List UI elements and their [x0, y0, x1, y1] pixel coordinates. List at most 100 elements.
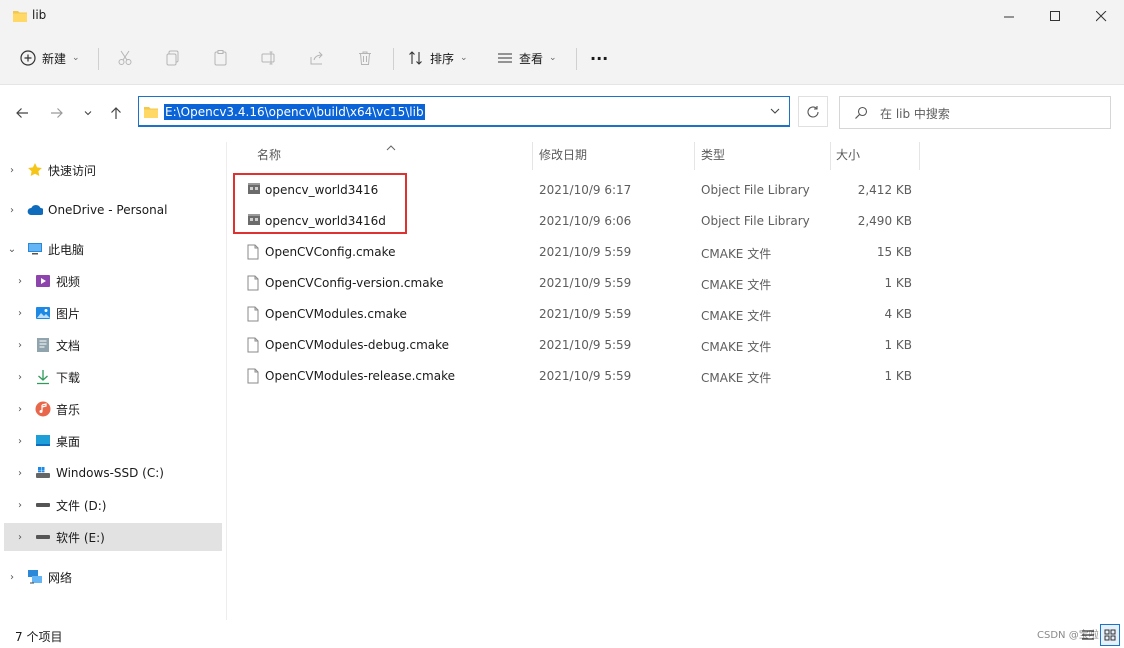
chevron-down-icon: ⌄ — [72, 53, 80, 63]
sidebar-item-pictures[interactable]: › 图片 — [12, 299, 222, 327]
sidebar-item-onedrive[interactable]: › OneDrive - Personal — [4, 196, 222, 224]
desktop-icon — [35, 433, 51, 449]
file-row[interactable]: OpenCVConfig-version.cmake 2021/10/9 5:5… — [240, 268, 920, 298]
column-header-size[interactable]: 大小 — [836, 146, 860, 170]
column-header-date[interactable]: 修改日期 — [539, 146, 587, 170]
file-row[interactable]: OpenCVModules.cmake 2021/10/9 5:59 CMAKE… — [240, 299, 920, 329]
sidebar-item-network[interactable]: › 网络 — [4, 563, 222, 591]
chevron-right-icon[interactable]: › — [12, 468, 28, 479]
cloud-icon — [27, 202, 43, 218]
file-name: OpenCVModules-debug.cmake — [265, 338, 450, 352]
column-header-name[interactable]: 名称 — [257, 146, 281, 170]
chevron-right-icon[interactable]: › — [12, 372, 28, 383]
sidebar-item-label: 文档 — [56, 338, 81, 353]
address-path[interactable]: E:\Opencv3.4.16\opencv\build\x64\vc15\li… — [164, 104, 425, 120]
copy-button[interactable] — [165, 42, 181, 74]
close-button[interactable] — [1078, 0, 1124, 32]
sort-ascending-icon — [385, 141, 397, 155]
file-size: 4 KB — [884, 307, 912, 321]
sidebar-item-documents[interactable]: › 文档 — [12, 331, 222, 359]
chevron-right-icon[interactable]: › — [4, 205, 20, 216]
chevron-right-icon[interactable]: › — [12, 404, 28, 415]
chevron-right-icon[interactable]: › — [12, 340, 28, 351]
paste-button[interactable] — [213, 42, 229, 74]
file-size: 2,412 KB — [857, 183, 912, 197]
arrow-left-icon — [16, 108, 28, 118]
drive-icon — [35, 529, 51, 545]
recent-locations-button[interactable] — [78, 103, 98, 123]
sidebar-item-label: 网络 — [48, 570, 73, 585]
computer-icon — [27, 241, 43, 257]
chevron-right-icon[interactable]: › — [12, 276, 28, 287]
sidebar-item-label: 下载 — [56, 370, 81, 385]
sidebar-item-music[interactable]: › 音乐 — [12, 395, 222, 423]
file-date: 2021/10/9 5:59 — [539, 245, 632, 259]
sidebar-item-label: 软件 (E:) — [56, 530, 105, 545]
maximize-button[interactable] — [1032, 0, 1078, 32]
column-divider[interactable] — [830, 142, 831, 170]
rename-icon — [261, 51, 275, 65]
sidebar-item-drive-e[interactable]: › 软件 (E:) — [4, 523, 222, 551]
rename-button[interactable] — [261, 42, 277, 74]
column-header-type[interactable]: 类型 — [701, 146, 725, 170]
minimize-button[interactable] — [986, 0, 1032, 32]
video-icon — [35, 273, 51, 289]
sidebar-item-this-pc[interactable]: ⌄ 此电脑 — [4, 235, 222, 263]
pane-divider[interactable] — [226, 142, 227, 620]
column-divider[interactable] — [919, 142, 920, 170]
address-bar[interactable]: E:\Opencv3.4.16\opencv\build\x64\vc15\li… — [138, 96, 790, 127]
chevron-right-icon[interactable]: › — [4, 165, 20, 176]
sidebar-item-label: 音乐 — [56, 402, 81, 417]
file-icon — [247, 275, 259, 294]
column-divider[interactable] — [532, 142, 533, 170]
drive-icon — [35, 497, 51, 513]
file-row[interactable]: OpenCVConfig.cmake 2021/10/9 5:59 CMAKE … — [240, 237, 920, 267]
sidebar-item-desktop[interactable]: › 桌面 — [12, 427, 222, 455]
column-divider[interactable] — [694, 142, 695, 170]
navigation-pane: › 快速访问 › OneDrive - Personal ⌄ 此电脑 › 视频 … — [0, 142, 226, 620]
share-button[interactable] — [309, 42, 325, 74]
file-type: Object File Library — [701, 183, 810, 197]
refresh-button[interactable] — [798, 96, 828, 127]
chevron-right-icon[interactable]: › — [12, 436, 28, 447]
annotation-highlight-box — [233, 173, 407, 234]
sidebar-item-drive-d[interactable]: › 文件 (D:) — [12, 491, 222, 519]
sidebar-item-downloads[interactable]: › 下载 — [12, 363, 222, 391]
file-icon — [247, 306, 259, 325]
file-row[interactable]: OpenCVModules-debug.cmake 2021/10/9 5:59… — [240, 330, 920, 360]
title-bar: lib — [0, 0, 1124, 32]
chevron-right-icon[interactable]: › — [4, 572, 20, 583]
file-date: 2021/10/9 6:06 — [539, 214, 632, 228]
search-box[interactable]: 在 lib 中搜索 — [839, 96, 1111, 129]
sidebar-item-drive-c[interactable]: › Windows-SSD (C:) — [12, 459, 222, 487]
chevron-right-icon[interactable]: › — [12, 500, 28, 511]
sidebar-item-label: 桌面 — [56, 434, 81, 449]
picture-icon — [35, 305, 51, 321]
sidebar-item-videos[interactable]: › 视频 — [12, 267, 222, 295]
up-button[interactable] — [106, 103, 126, 123]
forward-button[interactable] — [47, 103, 67, 123]
back-button[interactable] — [12, 103, 32, 123]
file-row[interactable]: OpenCVModules-release.cmake 2021/10/9 5:… — [240, 361, 920, 391]
details-view-button[interactable] — [1078, 624, 1098, 646]
sort-button[interactable]: 排序 ⌄ — [408, 42, 468, 74]
chevron-down-icon: ⌄ — [549, 53, 557, 63]
item-count: 7 个项目 — [15, 630, 63, 644]
chevron-right-icon[interactable]: › — [12, 308, 28, 319]
chevron-down-icon[interactable] — [769, 105, 781, 120]
file-size: 2,490 KB — [857, 214, 912, 228]
sidebar-item-quick-access[interactable]: › 快速访问 — [4, 156, 222, 184]
chevron-right-icon[interactable]: › — [12, 532, 28, 543]
tiles-view-button[interactable] — [1100, 624, 1120, 646]
delete-button[interactable] — [357, 42, 373, 74]
file-type: CMAKE 文件 — [701, 278, 772, 292]
cut-button[interactable] — [117, 42, 133, 74]
toolbar-divider — [98, 48, 99, 70]
file-type: CMAKE 文件 — [701, 247, 772, 261]
view-button[interactable]: 查看 ⌄ — [497, 42, 557, 74]
more-options-button[interactable]: ··· — [590, 42, 608, 74]
chevron-down-icon[interactable]: ⌄ — [4, 244, 20, 255]
new-button[interactable]: 新建 ⌄ — [20, 42, 80, 74]
file-icon — [247, 244, 259, 263]
clipboard-icon — [214, 50, 227, 66]
